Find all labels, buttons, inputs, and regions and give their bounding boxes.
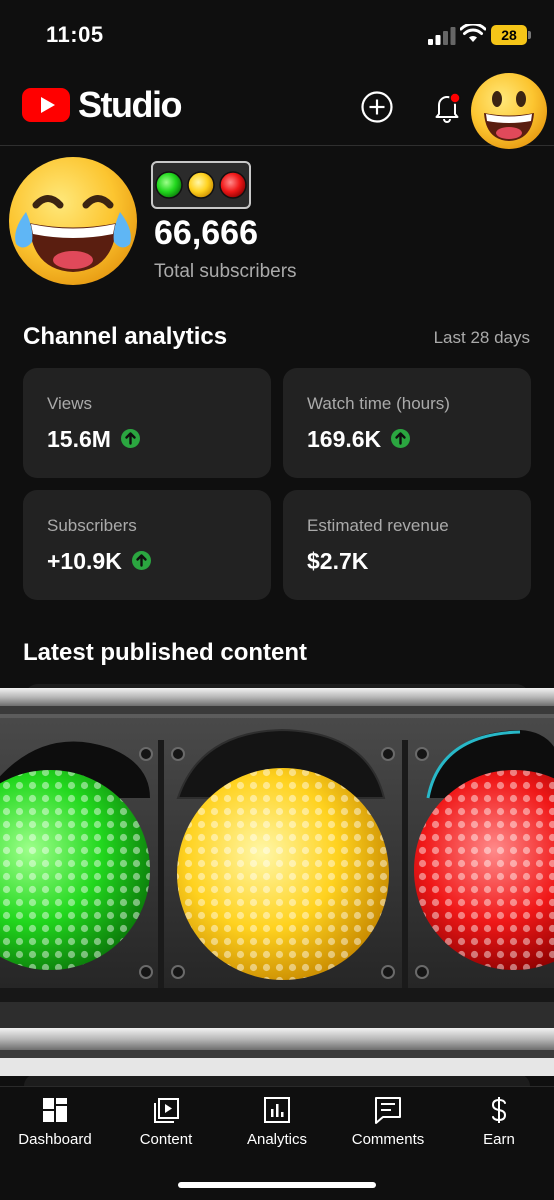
traffic-light-badge [151, 161, 251, 209]
status-bar: 11:05 28 [0, 0, 554, 66]
nav-item-comments[interactable]: Comments [333, 1095, 443, 1159]
battery-indicator: 28 [491, 25, 531, 45]
youtube-logo-icon[interactable] [22, 88, 70, 122]
analytics-icon [264, 1097, 290, 1123]
revenue-card[interactable]: Estimated revenue $2.7K [283, 490, 531, 600]
nav-label: Dashboard [18, 1131, 92, 1148]
trend-up-icon [391, 429, 411, 449]
account-avatar[interactable] [468, 70, 550, 152]
create-button[interactable] [360, 90, 394, 124]
nav-label: Analytics [246, 1131, 308, 1148]
channel-avatar[interactable] [4, 152, 142, 290]
traffic-light-overlay [0, 688, 554, 1076]
cellular-signal-icon [428, 27, 456, 45]
watch-time-card[interactable]: Watch time (hours) 169.6K [283, 368, 531, 478]
nav-label: Comments [351, 1131, 425, 1148]
subscriber-label: Total subscribers [154, 261, 297, 282]
card-value: 15.6M [47, 426, 140, 453]
studio-brand: Studio [78, 84, 182, 125]
wifi-icon [460, 24, 486, 42]
comments-icon [375, 1097, 401, 1124]
analytics-period[interactable]: Last 28 days [434, 328, 530, 348]
card-value: +10.9K [47, 548, 151, 575]
card-label: Subscribers [47, 516, 137, 535]
trend-up-icon [131, 551, 151, 571]
notifications-bell-icon[interactable] [430, 90, 464, 124]
home-indicator[interactable] [178, 1182, 376, 1188]
channel-analytics-title: Channel analytics [23, 323, 228, 350]
latest-content-title: Latest published content [23, 639, 308, 666]
nav-item-content[interactable]: Content [111, 1095, 221, 1159]
nav-item-dashboard[interactable]: Dashboard [0, 1095, 110, 1159]
card-value: $2.7K [307, 548, 369, 574]
dashboard-icon [43, 1098, 67, 1122]
subscribers-card[interactable]: Subscribers +10.9K [23, 490, 271, 600]
status-time: 11:05 [46, 22, 104, 47]
content-icon [154, 1098, 179, 1123]
nav-label: Earn [483, 1131, 515, 1148]
card-value: 169.6K [307, 426, 411, 453]
card-label: Watch time (hours) [307, 394, 450, 413]
app-header: Studio [0, 66, 554, 149]
card-label: Estimated revenue [307, 516, 449, 535]
views-card[interactable]: Views 15.6M [23, 368, 271, 478]
trend-up-icon [120, 429, 140, 449]
dollar-icon [491, 1097, 507, 1123]
nav-item-earn[interactable]: Earn [444, 1095, 554, 1159]
nav-label: Content [139, 1131, 193, 1148]
card-label: Views [47, 394, 93, 413]
subscriber-count: 66,666 [154, 214, 258, 252]
nav-item-analytics[interactable]: Analytics [222, 1095, 332, 1159]
